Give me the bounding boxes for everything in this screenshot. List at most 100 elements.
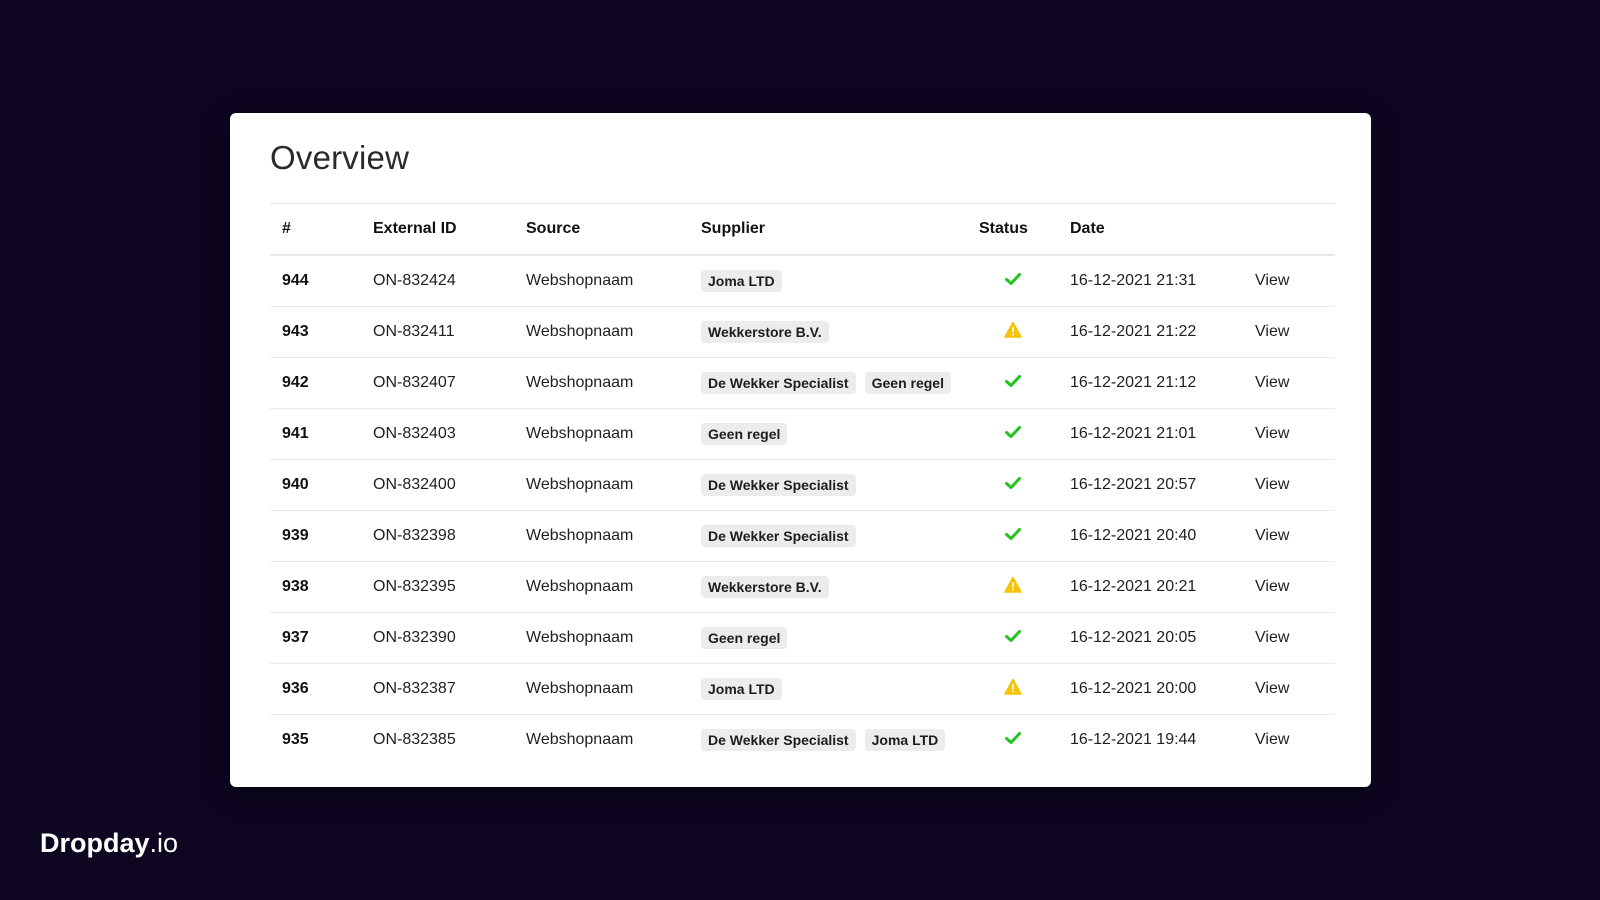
order-date: 16-12-2021 21:12 [1058, 357, 1243, 409]
status-cell [967, 561, 1058, 613]
status-cell [967, 715, 1058, 766]
action-cell: View [1243, 306, 1335, 358]
order-number: 935 [282, 731, 309, 748]
page-title: Overview [270, 139, 410, 176]
column-header-status: Status [967, 204, 1058, 256]
check-icon [1004, 270, 1022, 293]
supplier-cell: De Wekker Specialist [689, 510, 967, 562]
status-cell [967, 459, 1058, 511]
source-name: Webshopnaam [514, 663, 689, 715]
external-id: ON-832424 [361, 255, 514, 307]
order-number: 940 [270, 459, 361, 511]
external-id: ON-832390 [361, 612, 514, 664]
status-cell [967, 510, 1058, 562]
column-header-number: # [270, 204, 361, 256]
supplier-tag: De Wekker Specialist [701, 474, 856, 496]
status-cell [967, 663, 1058, 715]
action-cell: View [1243, 612, 1335, 664]
order-number: 937 [270, 612, 361, 664]
order-number: 944 [270, 255, 361, 307]
column-header-date: Date [1058, 204, 1243, 256]
orders-table: # External ID Source Supplier Status Dat… [270, 204, 1335, 765]
supplier-tag: Wekkerstore B.V. [701, 321, 829, 343]
table-row: 941 ON-832403 Webshopnaam Geen regel 16-12-2… [270, 408, 1335, 460]
source-name: Webshopnaam [514, 561, 689, 613]
action-cell: View [1243, 715, 1335, 766]
order-date: 16-12-2021 21:31 [1058, 255, 1243, 307]
supplier-tag: Geen regel [701, 627, 788, 649]
check-icon [1004, 525, 1022, 548]
column-header-actions [1243, 204, 1335, 256]
external-id: ON-832411 [361, 306, 514, 358]
action-cell: View [1243, 408, 1335, 460]
order-date: 16-12-2021 20:00 [1058, 663, 1243, 715]
column-header-external-id: External ID [361, 204, 514, 256]
view-link[interactable]: View [1255, 680, 1289, 697]
view-link[interactable]: View [1255, 476, 1289, 493]
action-cell: View [1243, 255, 1335, 307]
order-number: 939 [270, 510, 361, 562]
warning-icon [1003, 321, 1022, 344]
table-row: 943 ON-832411 Webshopnaam Wekkerstore B.V. 1… [270, 306, 1335, 358]
action-cell: View [1243, 357, 1335, 409]
external-id: ON-832400 [361, 459, 514, 511]
brand-logo: Dropday.io [40, 826, 178, 860]
view-link[interactable]: View [1255, 425, 1289, 442]
column-header-supplier: Supplier [689, 204, 967, 256]
order-date: 16-12-2021 20:40 [1058, 510, 1243, 562]
order-date: 16-12-2021 20:57 [1058, 459, 1243, 511]
source-name: Webshopnaam [514, 357, 689, 409]
table-row: 944 ON-832424 Webshopnaam Joma LTD 16-12-202… [270, 255, 1335, 307]
external-id: ON-832395 [361, 561, 514, 613]
table-row: 937 ON-832390 Webshopnaam Geen regel 16-12-2… [270, 612, 1335, 664]
source-name: Webshopnaam [526, 731, 634, 748]
supplier-cell: Wekkerstore B.V. [689, 561, 967, 613]
view-link[interactable]: View [1255, 272, 1289, 289]
check-icon [1004, 729, 1022, 752]
view-link[interactable]: View [1255, 578, 1289, 595]
table-row: 939 ON-832398 Webshopnaam De Wekker Special… [270, 510, 1335, 562]
supplier-cell: Geen regel [689, 612, 967, 664]
supplier-tag: De Wekker Specialist [701, 525, 856, 547]
action-cell: View [1243, 510, 1335, 562]
source-name: Webshopnaam [514, 306, 689, 358]
order-date: 16-12-2021 21:22 [1058, 306, 1243, 358]
supplier-tag: Geen regel [864, 372, 951, 394]
brand-name: Dropday [40, 828, 150, 858]
status-cell [967, 255, 1058, 307]
view-link[interactable]: View [1255, 731, 1289, 748]
view-link[interactable]: View [1255, 374, 1289, 391]
source-name: Webshopnaam [514, 408, 689, 460]
supplier-cell: De Wekker Specialist Geen regel [689, 357, 967, 409]
supplier-cell: Joma LTD [689, 255, 967, 307]
status-cell [967, 306, 1058, 358]
supplier-cell: De Wekker Specialist Joma LTD [689, 715, 967, 766]
supplier-cell: Wekkerstore B.V. [689, 306, 967, 358]
column-header-source: Source [514, 204, 689, 256]
table-header-row: # External ID Source Supplier Status Dat… [270, 204, 1335, 256]
order-number: 941 [270, 408, 361, 460]
order-number: 936 [270, 663, 361, 715]
view-link[interactable]: View [1255, 629, 1289, 646]
view-link[interactable]: View [1255, 527, 1289, 544]
check-icon [1004, 423, 1022, 446]
source-name: Webshopnaam [514, 510, 689, 562]
warning-icon [1003, 678, 1022, 701]
supplier-cell: De Wekker Specialist [689, 459, 967, 511]
supplier-tag: Joma LTD [701, 678, 782, 700]
order-date: 16-12-2021 21:01 [1058, 408, 1243, 460]
view-link[interactable]: View [1255, 323, 1289, 340]
order-number: 938 [270, 561, 361, 613]
supplier-tag: Joma LTD [864, 729, 946, 751]
supplier-cell: Joma LTD [689, 663, 967, 715]
source-name: Webshopnaam [514, 255, 689, 307]
check-icon [1004, 372, 1022, 395]
order-date: 16-12-2021 20:05 [1058, 612, 1243, 664]
supplier-tag: De Wekker Specialist [701, 372, 856, 394]
warning-icon [1003, 576, 1022, 599]
external-id: ON-832385 [373, 731, 456, 748]
order-number: 943 [270, 306, 361, 358]
check-icon [1004, 474, 1022, 497]
table-row: 935 ON-832385 Webshopnaam De Wekker Special… [270, 715, 1335, 766]
source-name: Webshopnaam [514, 459, 689, 511]
